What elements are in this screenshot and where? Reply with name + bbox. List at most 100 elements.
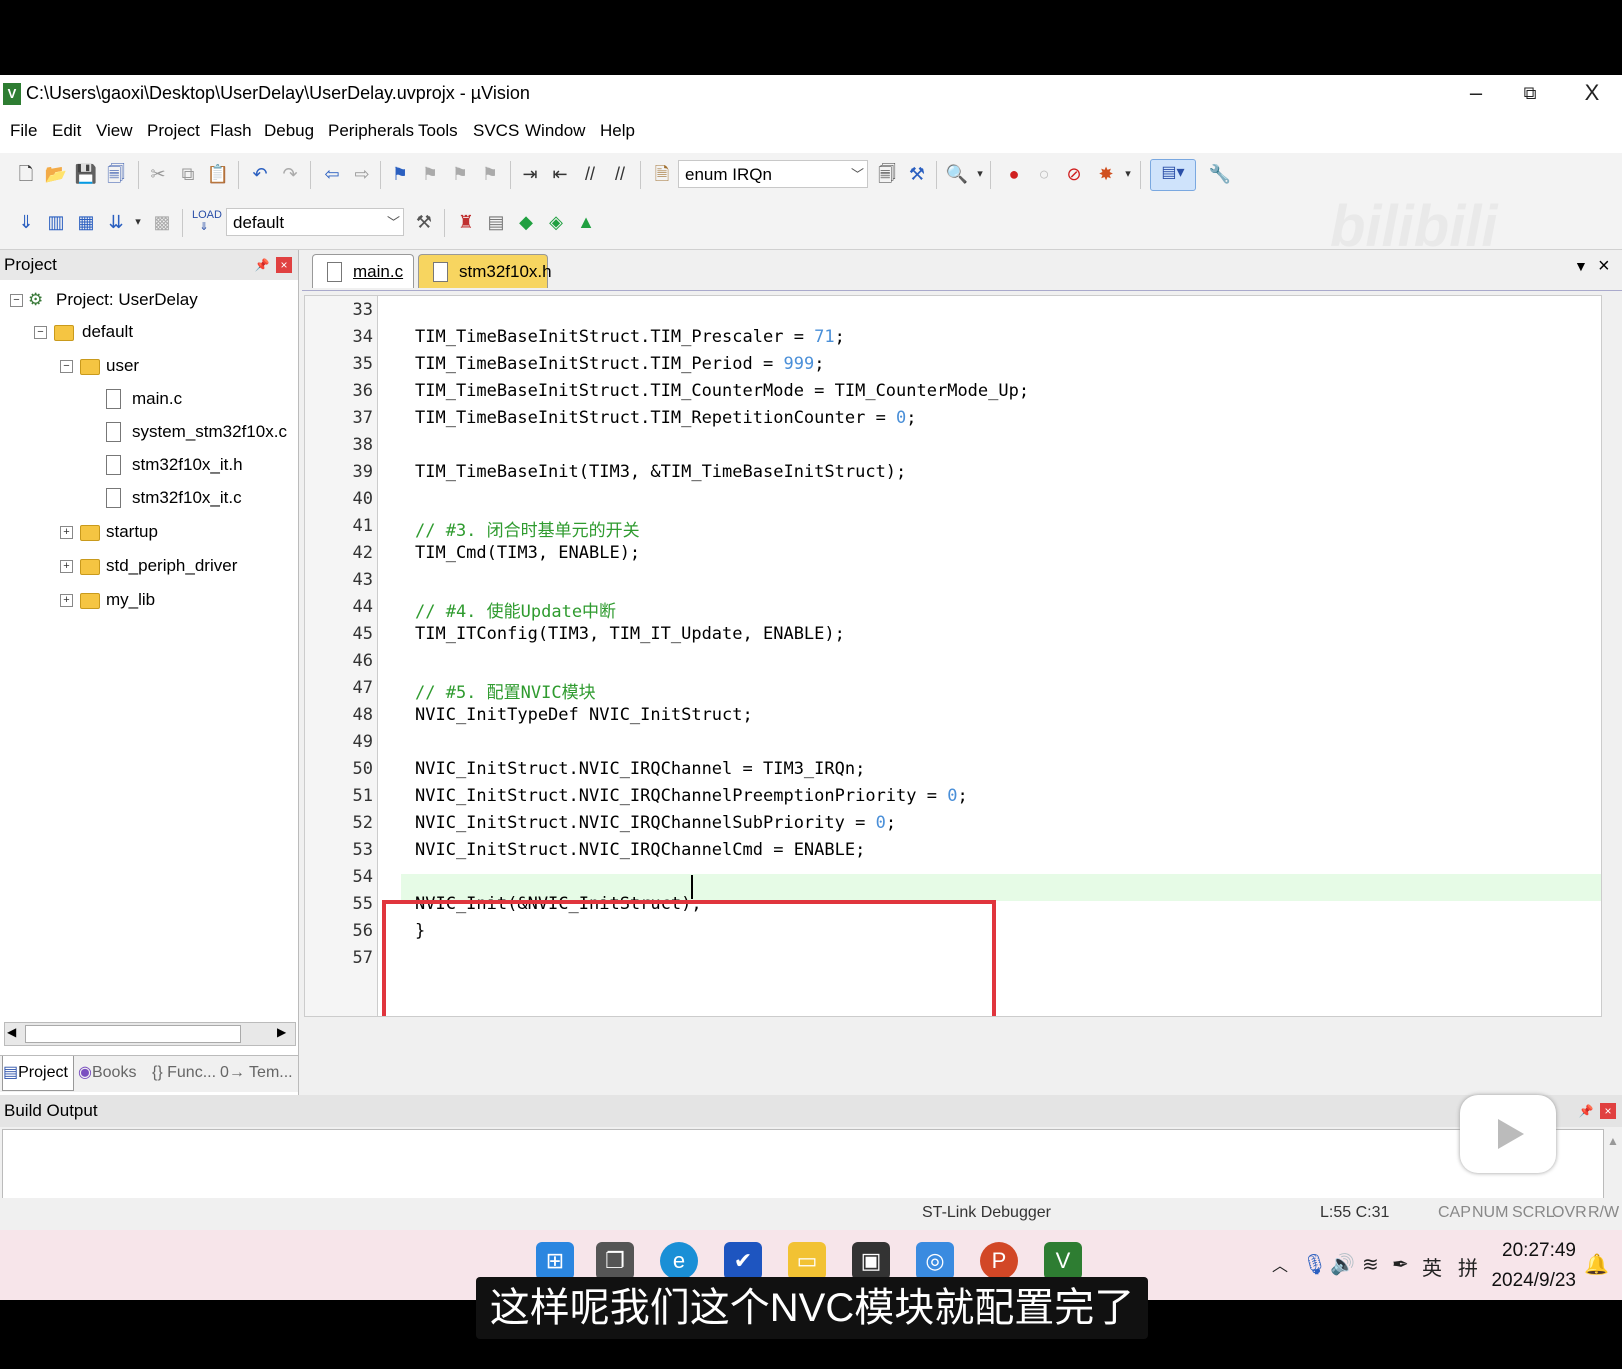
expand-icon[interactable]: + [60,560,73,573]
tab-books[interactable]: ◉Books [78,1056,136,1090]
close-tab-icon[interactable]: × [1598,255,1610,278]
pen-icon[interactable]: ✒ [1392,1252,1409,1277]
uvision-taskbar-icon[interactable]: V [1044,1242,1082,1280]
redo-icon[interactable]: ↷ [278,161,302,187]
save-all-icon[interactable]: 🗐 [104,161,128,187]
target-combo[interactable]: default ﹀ [226,208,404,236]
batch-build-icon[interactable]: ⇊ [104,209,128,235]
file-explorer-icon[interactable]: ▭ [788,1242,826,1280]
menu-view[interactable]: View [96,121,133,141]
load-download-icon[interactable]: LOAD ⇓ [192,209,222,235]
video-play-button[interactable] [1460,1095,1556,1173]
wifi-icon[interactable]: ≋ [1362,1252,1379,1277]
build-icon[interactable]: ▥ [44,209,68,235]
navigate-back-icon[interactable]: ⇦ [320,161,344,187]
kill-breakpoints-icon[interactable]: ✸ [1094,161,1118,187]
menu-debug[interactable]: Debug [264,121,314,141]
find-icon[interactable]: ⚒ [905,161,929,187]
paste-icon[interactable]: 📋 [206,161,230,187]
task-view-icon[interactable]: ❐ [596,1242,634,1280]
copy-icon[interactable]: ⧉ [176,161,200,187]
close-icon[interactable]: × [276,257,292,273]
edge-browser-icon[interactable]: e [660,1242,698,1280]
debug-session-icon[interactable]: 🔍 [945,161,969,187]
chevron-up-icon[interactable]: ︿ [1272,1252,1288,1276]
select-software-packs-icon[interactable]: ▲ [574,209,598,235]
pin-icon[interactable]: 📌 [1578,1103,1594,1119]
speaker-icon[interactable]: 🔊 [1330,1252,1355,1277]
menu-edit[interactable]: Edit [52,121,81,141]
configure-wrench-icon[interactable]: 🔧 [1208,161,1232,187]
collapse-icon[interactable]: − [10,294,23,307]
ime-mode[interactable]: 英 [1422,1252,1442,1281]
pack-installer-icon[interactable]: ◈ [544,209,568,235]
chevron-down-icon[interactable]: ▾ [126,209,150,235]
save-icon[interactable]: 💾 [74,161,98,187]
meeting-app-icon[interactable]: ◎ [916,1242,954,1280]
indent-icon[interactable]: ⇥ [518,161,542,187]
windows-start-icon[interactable]: ⊞ [536,1242,574,1280]
clock[interactable]: 20:27:49 2024/9/23 [1480,1240,1576,1292]
translate-icon[interactable]: ⇓ [14,209,38,235]
menu-file[interactable]: File [10,121,37,141]
rebuild-icon[interactable]: ▦ [74,209,98,235]
prev-bookmark-icon[interactable]: ⚑ [418,161,442,187]
open-folder-icon[interactable]: 📂 [44,161,68,187]
find-in-files-icon[interactable]: 🗎 [650,161,674,187]
menu-window[interactable]: Window [525,121,585,141]
chevron-down-icon[interactable]: ▾ [968,161,992,187]
uncomment-icon[interactable]: // [608,161,632,187]
find-combo[interactable]: enum IRQn ﹀ [678,160,868,188]
unindent-icon[interactable]: ⇤ [548,161,572,187]
tab-stm32f10x-h[interactable]: stm32f10x.h [418,254,552,288]
minimize-button[interactable]: – [1456,79,1496,107]
collapse-icon[interactable]: − [60,360,73,373]
clear-bookmarks-icon[interactable]: ⚑ [478,161,502,187]
microphone-icon[interactable]: 🎙 [1302,1252,1327,1277]
menu-tools[interactable]: Tools [418,121,458,141]
pin-icon[interactable]: 📌 [254,257,270,273]
menu-svcs[interactable]: SVCS [473,121,519,141]
collapse-icon[interactable]: − [34,326,47,339]
window-layout-icon[interactable]: ▤▾ [1150,159,1196,191]
project-hscrollbar[interactable]: ◀ ▶ [4,1022,296,1046]
tab-functions[interactable]: {} Func... [152,1056,216,1090]
menu-help[interactable]: Help [600,121,635,141]
scroll-thumb[interactable] [25,1025,241,1043]
close-button[interactable]: X [1572,79,1612,107]
scroll-up-icon[interactable]: ▲ [1607,1134,1619,1148]
manage-project-items-icon[interactable]: ♜ [454,209,478,235]
comment-icon[interactable]: // [578,161,602,187]
menu-peripherals[interactable]: Peripherals [328,121,414,141]
menu-flash[interactable]: Flash [210,121,252,141]
next-bookmark-icon[interactable]: ⚑ [448,161,472,187]
bookmark-icon[interactable]: ⚑ [388,161,412,187]
stop-build-icon[interactable]: ▩ [150,209,174,235]
ime-pinyin[interactable]: 拼 [1458,1252,1478,1281]
target-options-icon[interactable]: ⚒ [412,209,436,235]
manage-run-time-env-icon[interactable]: ◆ [514,209,538,235]
notification-bell-icon[interactable]: 🔔 [1584,1252,1609,1277]
navigate-forward-icon[interactable]: ⇨ [350,161,374,187]
tab-main-c[interactable]: main.c [312,254,414,288]
new-file-icon[interactable]: 🗋 [14,161,38,187]
whiteboard-icon[interactable]: ✔ [724,1242,762,1280]
undo-icon[interactable]: ↶ [248,161,272,187]
expand-icon[interactable]: + [60,526,73,539]
restore-button[interactable]: ⧉ [1510,79,1550,107]
manage-multi-project-icon[interactable]: ▤ [484,209,508,235]
breakpoint-icon[interactable]: ● [1002,161,1026,187]
scroll-right-icon[interactable]: ▶ [277,1025,286,1039]
powerpoint-icon[interactable]: P [980,1242,1018,1280]
camera-app-icon[interactable]: ▣ [852,1242,890,1280]
scroll-left-icon[interactable]: ◀ [7,1025,16,1039]
tab-project[interactable]: ▤Project [2,1056,74,1091]
chevron-down-icon[interactable]: ▾ [1116,161,1140,187]
expand-icon[interactable]: + [60,594,73,607]
close-icon[interactable]: × [1600,1103,1616,1119]
menu-project[interactable]: Project [147,121,200,141]
disable-breakpoint-icon[interactable]: ○ [1032,161,1056,187]
code-editor[interactable]: 33 34 TIM_TimeBaseInitStruct.TIM_Prescaler… [304,295,1602,1017]
tab-templates[interactable]: 0→ Tem... [220,1056,293,1090]
tab-list-dropdown-icon[interactable]: ▼ [1574,258,1588,274]
